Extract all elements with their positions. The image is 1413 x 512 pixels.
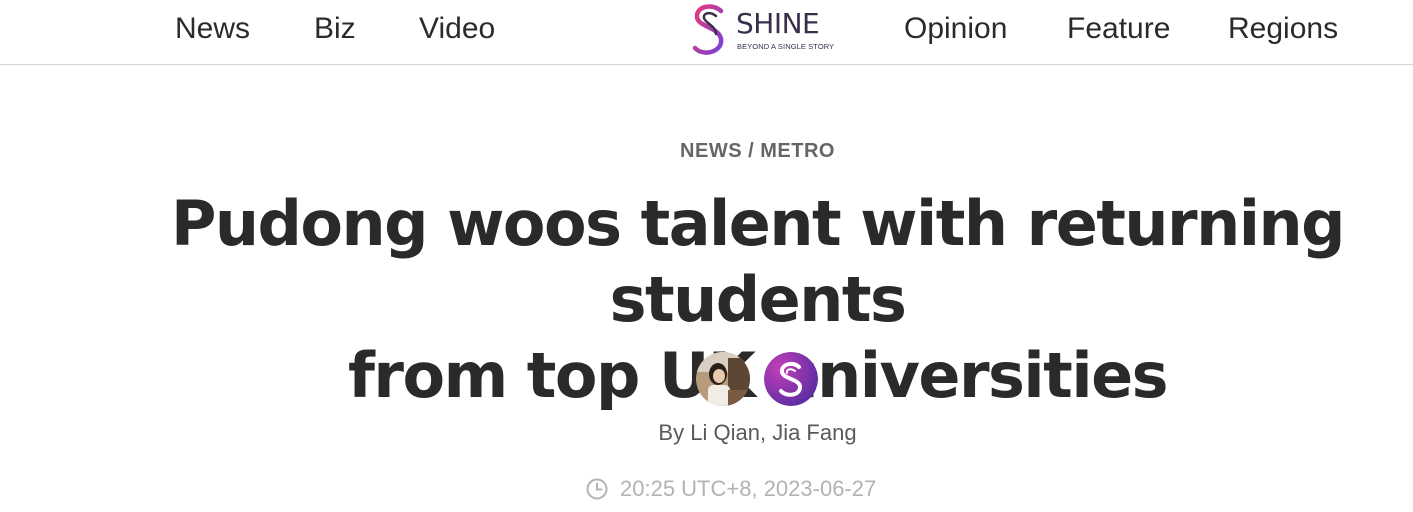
article-timestamp: 20:25 UTC+8, 2023-06-27 <box>620 476 877 501</box>
author-avatar-li-qian[interactable] <box>696 352 750 406</box>
logo-wordmark: SHINE <box>736 7 820 40</box>
byline-prefix: By <box>658 420 685 445</box>
author-photo <box>696 352 750 406</box>
nav-opinion-link[interactable]: Opinion <box>904 11 1007 47</box>
logo-tagline: BEYOND A SINGLE STORY <box>737 42 835 51</box>
shine-avatar-icon <box>764 352 818 406</box>
category-news-link[interactable]: NEWS <box>680 140 742 162</box>
author-separator: , <box>759 420 767 445</box>
article-category: NEWS / METRO <box>0 139 1413 163</box>
shine-logo[interactable]: SHINE BEYOND A SINGLE STORY <box>690 2 834 60</box>
shine-s-logo-icon <box>692 4 724 55</box>
author-avatar-jia-fang[interactable] <box>764 352 818 406</box>
top-navigation: News Biz Video SHINE BEYOND A SINGLE STO… <box>0 0 1413 65</box>
author-link-li-qian[interactable]: Li Qian <box>690 420 760 445</box>
author-link-jia-fang[interactable]: Jia Fang <box>772 420 856 445</box>
headline-line-2: from top UK universities <box>347 339 1169 412</box>
article-headline: Pudong woos talent with returning studen… <box>100 186 1413 414</box>
article-byline: By Li Qian, Jia Fang <box>0 420 1413 446</box>
nav-video-link[interactable]: Video <box>419 11 495 47</box>
nav-news-link[interactable]: News <box>175 11 250 47</box>
headline-line-1: Pudong woos talent with returning studen… <box>170 187 1346 336</box>
article-dateline: 20:25 UTC+8, 2023-06-27 <box>586 476 876 502</box>
nav-regions-link[interactable]: Regions <box>1228 11 1338 47</box>
clock-icon <box>586 478 608 500</box>
category-metro-link[interactable]: METRO <box>760 140 835 162</box>
nav-feature-link[interactable]: Feature <box>1067 11 1170 47</box>
nav-biz-link[interactable]: Biz <box>314 11 356 47</box>
category-separator: / <box>748 140 755 162</box>
